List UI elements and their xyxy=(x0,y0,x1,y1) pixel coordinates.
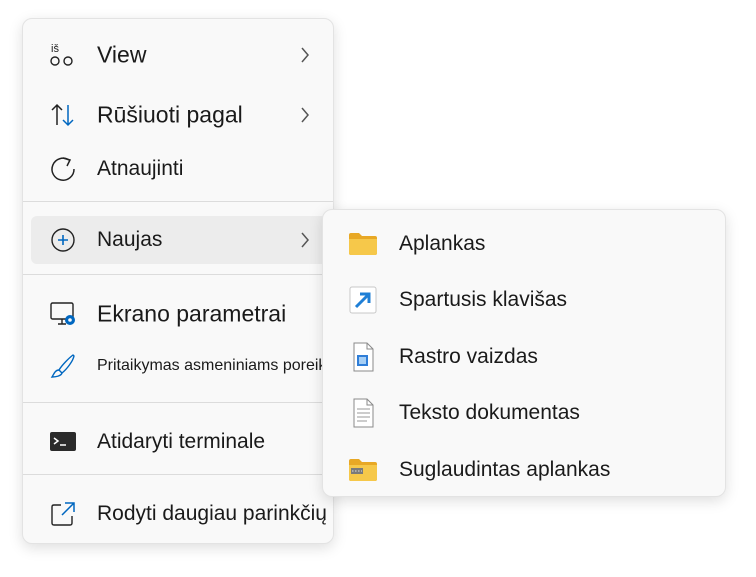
sort-icon xyxy=(49,101,77,129)
menu-separator xyxy=(23,274,333,275)
shortcut-icon xyxy=(347,284,379,316)
submenu-item-label: Aplankas xyxy=(399,232,486,255)
paintbrush-icon xyxy=(49,352,77,380)
menu-separator xyxy=(23,402,333,403)
menu-item-label: Atnaujinti xyxy=(97,157,184,180)
folder-icon xyxy=(347,228,379,260)
zip-folder-icon xyxy=(347,454,379,486)
share-icon xyxy=(49,500,77,528)
menu-item-label: Rodyti daugiau parinkčių xyxy=(97,502,327,525)
menu-item-refresh[interactable]: Atnaujinti xyxy=(31,145,327,193)
menu-separator xyxy=(23,201,333,202)
menu-item-label: Naujas xyxy=(97,228,163,251)
menu-item-label: Rūšiuoti pagal xyxy=(97,101,243,128)
text-document-icon xyxy=(347,397,379,429)
menu-item-view[interactable]: iš View xyxy=(31,31,327,79)
submenu-item-text-document[interactable]: Teksto dokumentas xyxy=(329,388,719,438)
menu-item-open-terminal[interactable]: Atidaryti terminale xyxy=(31,418,327,466)
menu-separator xyxy=(23,474,333,475)
menu-item-display-settings[interactable]: Ekrano parametrai xyxy=(31,290,327,338)
submenu-item-label: Teksto dokumentas xyxy=(399,401,580,424)
menu-item-new[interactable]: Naujas xyxy=(31,216,327,264)
display-settings-icon xyxy=(49,300,77,328)
submenu-item-label: Rastro vaizdas xyxy=(399,345,538,368)
submenu-item-label: Suglaudintas aplankas xyxy=(399,458,611,481)
view-icon-badge: iš xyxy=(51,43,59,55)
menu-item-label: Atidaryti terminale xyxy=(97,430,266,453)
menu-item-label: View xyxy=(97,41,147,68)
submenu-item-zip-folder[interactable]: Suglaudintas aplankas xyxy=(329,445,719,495)
menu-item-personalize[interactable]: Pritaikymas asmeniniams poreikiams xyxy=(31,342,360,390)
add-circle-icon xyxy=(49,226,77,254)
submenu-item-folder[interactable]: Aplankas xyxy=(329,219,719,269)
refresh-icon xyxy=(49,155,77,183)
chevron-right-icon xyxy=(299,231,311,249)
bitmap-image-icon xyxy=(347,341,379,373)
menu-item-sort[interactable]: Rūšiuoti pagal xyxy=(31,91,327,139)
view-icon: iš xyxy=(49,41,77,69)
context-menu: iš View Rūšiuoti pagal Atnaujinti Naujas… xyxy=(22,18,360,544)
submenu-item-label: Spartusis klavišas xyxy=(399,288,568,311)
submenu-item-shortcut[interactable]: Spartusis klavišas xyxy=(329,275,719,325)
submenu-item-bitmap[interactable]: Rastro vaizdas xyxy=(329,332,719,382)
chevron-right-icon xyxy=(299,106,311,124)
menu-item-label: Ekrano parametrai xyxy=(97,300,287,327)
menu-item-label: Pritaikymas asmeniniams poreikiams xyxy=(97,357,361,374)
chevron-right-icon xyxy=(299,46,311,64)
menu-item-show-more-options[interactable]: Rodyti daugiau parinkčių xyxy=(31,490,327,538)
terminal-icon xyxy=(49,428,77,456)
new-submenu: Aplankas Spartusis klavišas Rastro vaizd… xyxy=(322,209,726,497)
